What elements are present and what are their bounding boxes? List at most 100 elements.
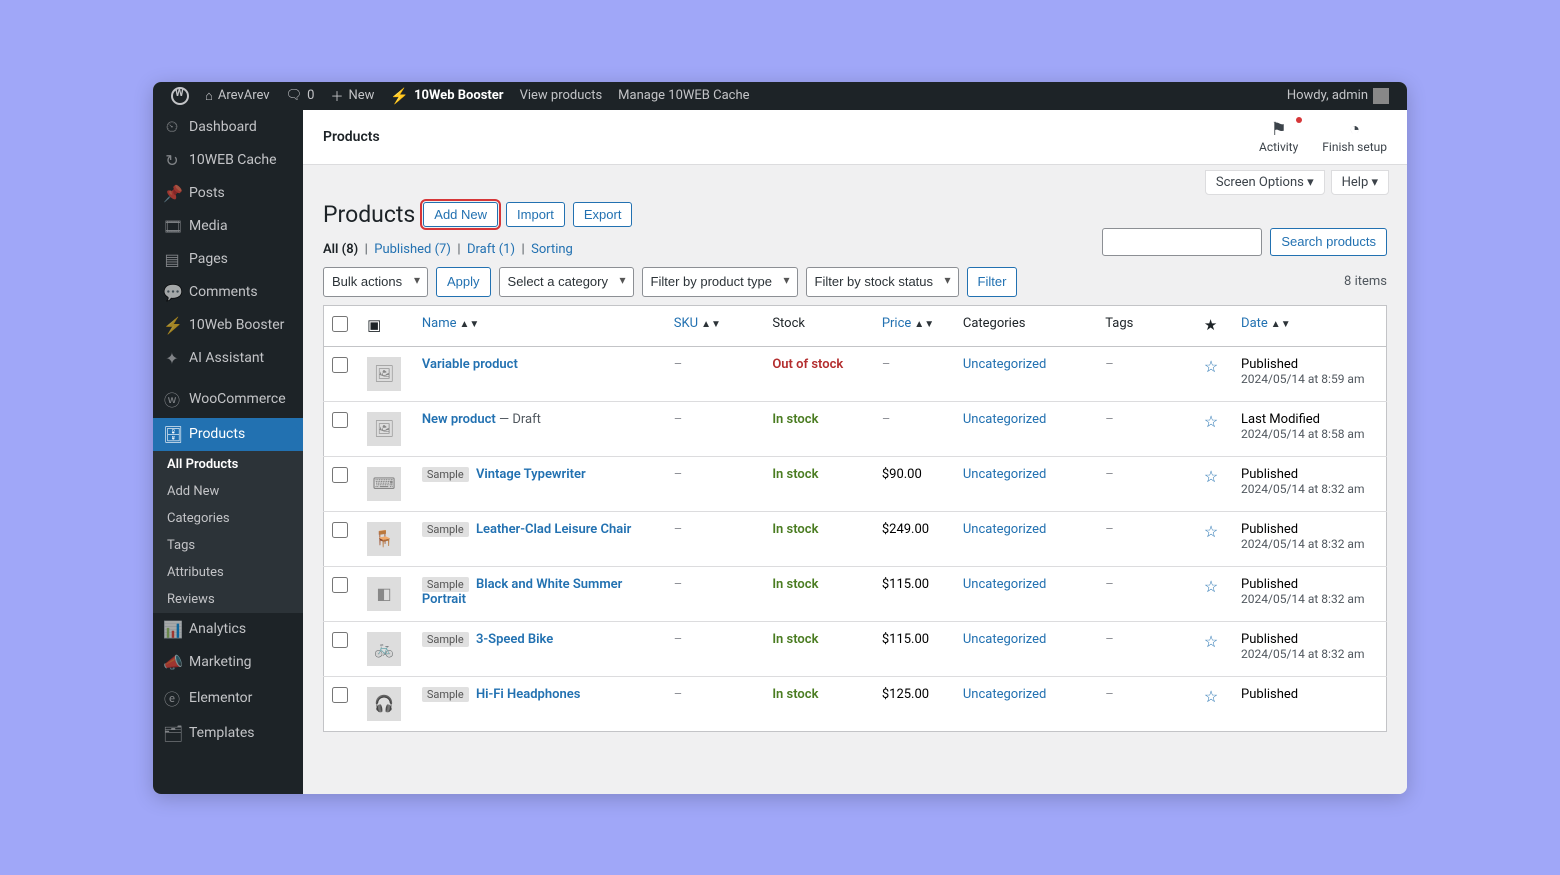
menu-10web-booster[interactable]: ⚡10Web Booster — [153, 309, 303, 342]
col-name[interactable]: Name▲▼ — [414, 305, 666, 346]
row-checkbox[interactable] — [332, 687, 348, 703]
activity-button[interactable]: ⚑ Activity — [1259, 119, 1298, 154]
row-checkbox[interactable] — [332, 577, 348, 593]
category-link[interactable]: Uncategorized — [963, 467, 1046, 482]
help-tab[interactable]: Help ▾ — [1331, 170, 1389, 195]
product-thumbnail[interactable]: 🖼 — [367, 357, 401, 391]
product-name-link[interactable]: Hi-Fi Headphones — [476, 687, 580, 702]
product-name-link[interactable]: Variable product — [422, 357, 518, 372]
product-name-link[interactable]: 3-Speed Bike — [476, 632, 553, 647]
product-thumbnail[interactable]: ⌨ — [367, 467, 401, 501]
menu-products[interactable]: 🗄Products — [153, 418, 303, 451]
col-date[interactable]: Date▲▼ — [1233, 305, 1386, 346]
featured-toggle[interactable]: ☆ — [1204, 577, 1218, 596]
category-link[interactable]: Uncategorized — [963, 687, 1046, 702]
filter-all[interactable]: All (8) — [323, 242, 358, 257]
featured-toggle[interactable]: ☆ — [1204, 687, 1218, 706]
filter-button[interactable]: Filter — [967, 267, 1018, 297]
manage-cache[interactable]: Manage 10WEB Cache — [610, 82, 757, 110]
add-new-button[interactable]: Add New — [423, 202, 498, 227]
price-value: – — [874, 346, 955, 401]
featured-toggle[interactable]: ☆ — [1204, 522, 1218, 541]
featured-toggle[interactable]: ☆ — [1204, 412, 1218, 431]
product-name-link[interactable]: Leather-Clad Leisure Chair — [476, 522, 631, 537]
row-checkbox[interactable] — [332, 632, 348, 648]
menu-woocommerce[interactable]: ⓦWooCommerce — [153, 380, 303, 418]
apply-button[interactable]: Apply — [436, 267, 491, 297]
submenu-reviews[interactable]: Reviews — [153, 586, 303, 613]
menu-dashboard[interactable]: ⏲Dashboard — [153, 110, 303, 144]
category-link[interactable]: Uncategorized — [963, 577, 1046, 592]
menu-templates[interactable]: 🗂Templates — [153, 717, 303, 750]
featured-toggle[interactable]: ☆ — [1204, 632, 1218, 651]
finish-setup-button[interactable]: ◔ Finish setup — [1322, 119, 1387, 154]
menu-marketing[interactable]: 📣Marketing — [153, 646, 303, 679]
new-content[interactable]: ＋ New — [322, 82, 382, 110]
row-checkbox[interactable] — [332, 357, 348, 373]
col-price[interactable]: Price▲▼ — [874, 305, 955, 346]
search-products-button[interactable]: Search products — [1270, 228, 1387, 256]
submenu-add-new[interactable]: Add New — [153, 478, 303, 505]
product-thumbnail[interactable]: 🎧 — [367, 687, 401, 721]
select-all-checkbox[interactable] — [332, 316, 348, 332]
menu-posts[interactable]: 📌Posts — [153, 177, 303, 210]
row-checkbox[interactable] — [332, 522, 348, 538]
featured-toggle[interactable]: ☆ — [1204, 357, 1218, 376]
menu-label: Products — [189, 426, 245, 442]
admin-toolbar: ⌂ ArevArev 🗨 0 ＋ New ⚡10Web Booster View… — [153, 82, 1407, 110]
product-thumbnail[interactable]: ◧ — [367, 577, 401, 611]
category-filter-select[interactable]: Select a category — [499, 267, 634, 297]
my-account[interactable]: Howdy, admin — [1279, 82, 1397, 110]
bulk-actions-select[interactable]: Bulk actions — [323, 267, 428, 297]
submenu-tags[interactable]: Tags — [153, 532, 303, 559]
stock-status: Out of stock — [772, 357, 843, 372]
category-link[interactable]: Uncategorized — [963, 357, 1046, 372]
stock-status: In stock — [772, 632, 818, 647]
export-button[interactable]: Export — [573, 202, 633, 227]
screen-options-tab[interactable]: Screen Options ▾ — [1205, 170, 1325, 195]
filter-draft[interactable]: Draft (1) — [467, 242, 515, 257]
category-link[interactable]: Uncategorized — [963, 522, 1046, 537]
product-name-link[interactable]: New product — [422, 412, 496, 427]
menu-comments[interactable]: 💬Comments — [153, 276, 303, 309]
product-thumbnail[interactable]: 🚲 — [367, 632, 401, 666]
view-products[interactable]: View products — [512, 82, 611, 110]
row-checkbox[interactable] — [332, 412, 348, 428]
menu-icon: ⓦ — [163, 387, 181, 411]
menu-label: Analytics — [189, 621, 246, 637]
search-input[interactable] — [1102, 228, 1262, 256]
wp-logo[interactable] — [163, 82, 197, 110]
filter-sorting[interactable]: Sorting — [531, 242, 573, 257]
col-thumbnail[interactable]: ▣ — [359, 305, 414, 346]
comments-bubble[interactable]: 🗨 0 — [278, 82, 323, 110]
menu-elementor[interactable]: ⓔElementor — [153, 679, 303, 717]
product-thumbnail[interactable]: 🪑 — [367, 522, 401, 556]
product-type-filter-select[interactable]: Filter by product type — [642, 267, 798, 297]
featured-toggle[interactable]: ☆ — [1204, 467, 1218, 486]
row-checkbox[interactable] — [332, 467, 348, 483]
filter-published[interactable]: Published (7) — [374, 242, 451, 257]
product-name-link[interactable]: Vintage Typewriter — [476, 467, 586, 482]
submenu-attributes[interactable]: Attributes — [153, 559, 303, 586]
menu-analytics[interactable]: 📊Analytics — [153, 613, 303, 646]
menu-10web-cache[interactable]: ↻10WEB Cache — [153, 144, 303, 177]
site-name[interactable]: ⌂ ArevArev — [197, 82, 278, 110]
category-link[interactable]: Uncategorized — [963, 412, 1046, 427]
table-row: 🖼 New product — Draft – In stock – Uncat… — [324, 401, 1387, 456]
10web-booster-bar[interactable]: ⚡10Web Booster — [382, 82, 511, 110]
col-sku[interactable]: SKU▲▼ — [666, 305, 765, 346]
submenu-categories[interactable]: Categories — [153, 505, 303, 532]
menu-media[interactable]: 🎞Media — [153, 210, 303, 243]
import-button[interactable]: Import — [506, 202, 565, 227]
products-table: ▣ Name▲▼ SKU▲▼ Stock Price▲▼ Categories … — [323, 305, 1387, 732]
menu-ai-assistant[interactable]: ✦AI Assistant — [153, 342, 303, 375]
menu-label: Media — [189, 218, 228, 234]
table-row: 🚲 Sample 3-Speed Bike – In stock $115.00… — [324, 621, 1387, 676]
menu-icon: 📣 — [163, 653, 181, 672]
menu-pages[interactable]: ▤Pages — [153, 243, 303, 276]
category-link[interactable]: Uncategorized — [963, 632, 1046, 647]
stock-status-filter-select[interactable]: Filter by stock status — [806, 267, 959, 297]
submenu-all-products[interactable]: All Products — [153, 451, 303, 478]
product-thumbnail[interactable]: 🖼 — [367, 412, 401, 446]
col-featured[interactable]: ★ — [1196, 305, 1233, 346]
